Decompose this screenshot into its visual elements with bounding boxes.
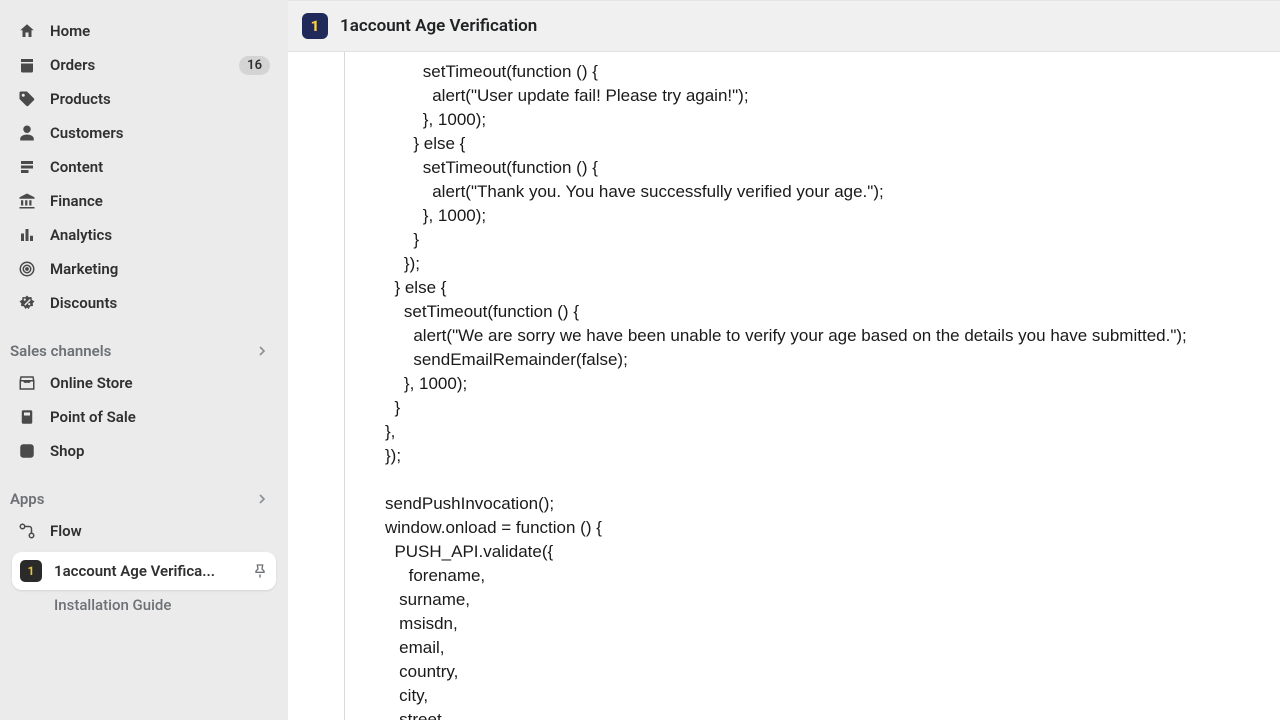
nav-shop[interactable]: Shop [8,434,280,468]
nav-pos[interactable]: Point of Sale [8,400,280,434]
nav-app-flow-label: Flow [50,522,270,540]
1account-app-icon: 1 [20,560,42,582]
section-apps-label: Apps [10,490,44,508]
topbar: 1 1account Age Verification [288,0,1280,52]
nav-products[interactable]: Products [8,82,280,116]
nav-discounts-label: Discounts [50,294,270,312]
nav-app-1account-label: 1account Age Verifica... [54,562,240,580]
1account-logo-icon: 1 [302,13,328,39]
pin-icon[interactable] [252,563,268,579]
code-panel: setTimeout(function () { alert("User upd… [344,52,1280,720]
section-apps[interactable]: Apps [8,480,280,514]
nav-home[interactable]: Home [8,14,280,48]
nav-shop-label: Shop [50,442,270,460]
nav-orders-label: Orders [50,56,225,74]
nav-app-flow[interactable]: Flow [8,514,280,548]
bank-icon [18,192,36,210]
code-block[interactable]: setTimeout(function () { alert("User upd… [385,60,1268,720]
nav-home-label: Home [50,22,270,40]
section-sales-channels[interactable]: Sales channels [8,332,280,366]
nav-app-1account[interactable]: 1 1account Age Verifica... [12,552,276,590]
content-area: setTimeout(function () { alert("User upd… [288,52,1280,720]
nav-content[interactable]: Content [8,150,280,184]
chevron-right-icon [254,491,270,507]
nav-discounts[interactable]: Discounts [8,286,280,320]
analytics-icon [18,226,36,244]
discount-icon [18,294,36,312]
nav-analytics-label: Analytics [50,226,270,244]
sub-link-installation-guide[interactable]: Installation Guide [8,590,280,620]
nav-analytics[interactable]: Analytics [8,218,280,252]
nav-customers-label: Customers [50,124,270,142]
store-icon [18,374,36,392]
nav-customers[interactable]: Customers [8,116,280,150]
nav-products-label: Products [50,90,270,108]
nav-online-store[interactable]: Online Store [8,366,280,400]
pos-icon [18,408,36,426]
section-sales-channels-label: Sales channels [10,342,111,360]
nav-marketing-label: Marketing [50,260,270,278]
nav-finance[interactable]: Finance [8,184,280,218]
page-title: 1account Age Verification [340,16,537,36]
tag-icon [18,90,36,108]
home-icon [18,22,36,40]
chevron-right-icon [254,343,270,359]
flow-icon [18,522,36,540]
nav-finance-label: Finance [50,192,270,210]
nav-content-label: Content [50,158,270,176]
nav-orders[interactable]: Orders 16 [8,48,280,82]
nav-online-store-label: Online Store [50,374,270,392]
sidebar: Home Orders 16 Products Customers [0,0,288,720]
content-icon [18,158,36,176]
shop-icon [18,442,36,460]
person-icon [18,124,36,142]
main: 1 1account Age Verification setTimeout(f… [288,0,1280,720]
orders-icon [18,56,36,74]
nav-pos-label: Point of Sale [50,408,270,426]
target-icon [18,260,36,278]
orders-badge: 16 [239,56,270,75]
nav-marketing[interactable]: Marketing [8,252,280,286]
